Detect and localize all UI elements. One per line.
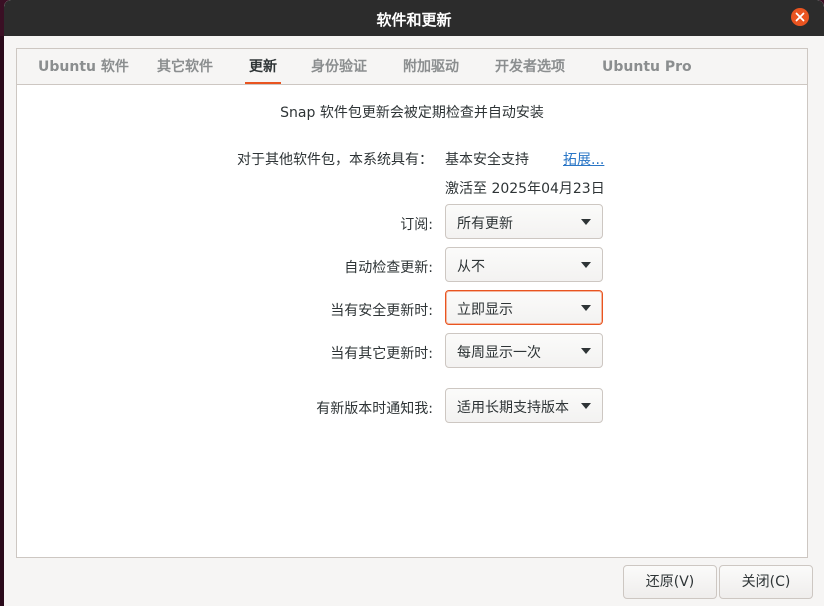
auto-check-value: 从不 (457, 259, 485, 275)
chevron-down-icon (581, 219, 591, 225)
tab-bar: Ubuntu 软件 其它软件 更新 身份验证 附加驱动 开发者选项 Ubuntu… (16, 48, 808, 85)
new-version-dropdown[interactable]: 适用长期支持版本 (445, 388, 603, 423)
subscribe-label: 订阅: (400, 217, 433, 233)
other-updates-dropdown[interactable]: 每周显示一次 (445, 333, 603, 368)
support-level-value: 基本安全支持 (445, 152, 529, 168)
security-updates-label: 当有安全更新时: (330, 303, 433, 319)
tab-additional-drivers[interactable]: 附加驱动 (403, 49, 459, 85)
other-packages-label: 对于其他软件包，本系统具有： (237, 152, 433, 168)
chevron-down-icon (581, 305, 591, 311)
updates-panel: Snap 软件包更新会被定期检查并自动安装 对于其他软件包，本系统具有： 基本安… (16, 84, 808, 558)
close-icon (795, 12, 805, 22)
subscribe-value: 所有更新 (457, 216, 513, 232)
close-window-button[interactable] (791, 8, 809, 26)
titlebar: 软件和更新 (4, 0, 824, 36)
chevron-down-icon (581, 262, 591, 268)
other-updates-value: 每周显示一次 (457, 345, 541, 361)
tab-ubuntu-software[interactable]: Ubuntu 软件 (38, 49, 129, 85)
auto-check-dropdown[interactable]: 从不 (445, 247, 603, 282)
chevron-down-icon (581, 403, 591, 409)
revert-button[interactable]: 还原(V) (623, 565, 717, 599)
tab-developer-options[interactable]: 开发者选项 (495, 49, 565, 85)
close-button[interactable]: 关闭(C) (719, 565, 813, 599)
tab-other-software[interactable]: 其它软件 (157, 49, 213, 85)
security-updates-dropdown[interactable]: 立即显示 (445, 290, 603, 325)
tab-updates[interactable]: 更新 (245, 49, 281, 85)
tab-authentication[interactable]: 身份验证 (311, 49, 367, 85)
auto-check-label: 自动检查更新: (344, 260, 433, 276)
new-version-label: 有新版本时通知我: (316, 401, 433, 417)
tab-ubuntu-pro[interactable]: Ubuntu Pro (602, 49, 692, 85)
subscribe-dropdown[interactable]: 所有更新 (445, 204, 603, 239)
window-title: 软件和更新 (376, 11, 452, 29)
new-version-value: 适用长期支持版本 (457, 400, 569, 416)
snap-update-note: Snap 软件包更新会被定期检查并自动安装 (280, 105, 544, 121)
expand-link[interactable]: 拓展... (563, 149, 604, 169)
activated-until-text: 激活至 2025年04月23日 (445, 181, 605, 197)
other-updates-label: 当有其它更新时: (330, 346, 433, 362)
software-updates-window: 软件和更新 Ubuntu 软件 其它软件 更新 身份验证 附加驱动 开发者选项 … (4, 0, 824, 606)
security-updates-value: 立即显示 (457, 302, 513, 318)
chevron-down-icon (581, 348, 591, 354)
